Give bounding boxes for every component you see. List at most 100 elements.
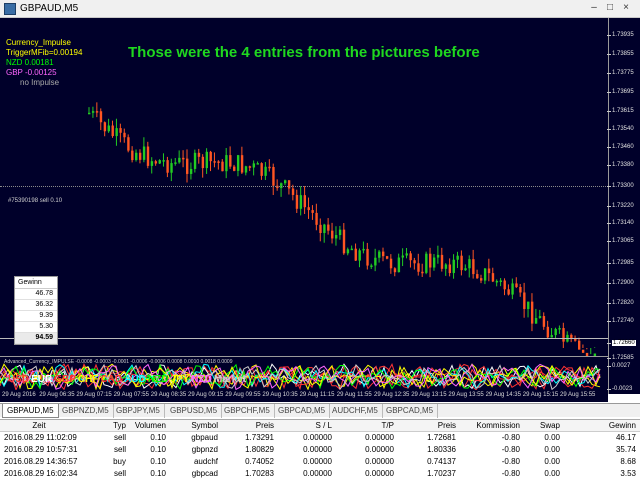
chart-tab[interactable]: GBPUSD,M5 bbox=[166, 404, 223, 418]
price-label: 1.73855 bbox=[612, 51, 634, 57]
candle-body bbox=[209, 151, 212, 162]
candle-body bbox=[221, 161, 224, 172]
chart-tab[interactable]: GBPCAD,M5 bbox=[382, 404, 439, 418]
column-header[interactable]: Volumen bbox=[128, 421, 166, 430]
column-header[interactable]: Symbol bbox=[170, 421, 218, 430]
table-cell: gbpnzd bbox=[191, 445, 218, 454]
candle-body bbox=[127, 137, 130, 151]
table-cell: 1.73291 bbox=[245, 433, 274, 442]
price-label: 1.72585 bbox=[612, 355, 634, 361]
candle-body bbox=[162, 160, 165, 162]
time-label: 29 Aug 14:35 bbox=[485, 392, 521, 398]
table-cell: 0.10 bbox=[150, 433, 166, 442]
time-label: 29 Aug 15:55 bbox=[560, 392, 596, 398]
table-cell: 1.80336 bbox=[427, 445, 456, 454]
subwindow-label: Advanced_Currency_IMPULSE -0.0008 -0.000… bbox=[4, 359, 233, 365]
candle-body bbox=[154, 161, 158, 164]
price-chart[interactable]: Those were the 4 entries from the pictur… bbox=[0, 18, 608, 356]
price-label: 1.72660 bbox=[612, 340, 636, 346]
table-cell: 0.74137 bbox=[427, 457, 456, 466]
candle-body bbox=[385, 256, 389, 259]
candle-body bbox=[115, 128, 118, 137]
window-title: GBPAUD,M5 bbox=[20, 3, 79, 14]
candle-body bbox=[182, 157, 185, 160]
indicator-subwindow[interactable]: Advanced_Currency_IMPULSE -0.0008 -0.000… bbox=[0, 356, 608, 394]
time-label: 29 Aug 11:15 bbox=[299, 392, 335, 398]
currency-label: EUR bbox=[31, 374, 53, 385]
candle-body bbox=[299, 195, 303, 209]
price-label: 1.73695 bbox=[612, 89, 634, 95]
price-tick bbox=[607, 92, 611, 93]
candle-body bbox=[578, 340, 581, 350]
candle-body bbox=[452, 259, 455, 274]
candle-body bbox=[158, 160, 161, 164]
candle-body bbox=[413, 260, 416, 264]
chart-tab[interactable]: GBPJPY,M5 bbox=[112, 404, 165, 418]
candle-body bbox=[174, 162, 177, 164]
table-cell: 0.00 bbox=[544, 433, 560, 442]
maximize-button[interactable]: □ bbox=[604, 3, 616, 15]
column-header[interactable]: Kommission bbox=[460, 421, 520, 430]
currency-label: NZD bbox=[191, 374, 212, 385]
column-header[interactable]: Preis bbox=[222, 421, 274, 430]
table-row[interactable]: 2016.08.29 10:57:31 sell 0.10 gbpnzd 1.80829… bbox=[0, 444, 640, 456]
column-header[interactable]: Zeit bbox=[4, 421, 74, 430]
price-label: 1.73065 bbox=[612, 238, 634, 244]
table-cell: gbpcad bbox=[191, 469, 218, 478]
candle-body bbox=[236, 155, 240, 171]
candle-body bbox=[425, 253, 428, 273]
candle-body bbox=[350, 248, 354, 251]
table-cell: 3.53 bbox=[620, 469, 636, 478]
chart-tab[interactable]: GBPCAD,M5 bbox=[274, 404, 331, 418]
candle-body bbox=[135, 152, 138, 161]
price-label: 1.73140 bbox=[612, 220, 634, 226]
candle-body bbox=[225, 155, 228, 172]
price-axis[interactable]: 1.73935 1.73855 1.73775 1.73695 1.73615 1.735… bbox=[607, 18, 640, 394]
chart-tab[interactable]: GBPAUD,M5 bbox=[2, 404, 59, 418]
candle-body bbox=[511, 283, 514, 295]
table-cell: 1.80829 bbox=[245, 445, 274, 454]
profit-box: Gewinn 46.78 36.32 9.39 5.30 94.59 bbox=[14, 276, 58, 345]
table-row[interactable]: 2016.08.29 11:02:09 sell 0.10 gbpaud 1.73291… bbox=[0, 432, 640, 444]
price-label: 1.73615 bbox=[612, 108, 634, 114]
currency-label: NZD bbox=[147, 374, 169, 385]
column-header[interactable]: Swap bbox=[524, 421, 560, 430]
price-label: 1.73300 bbox=[612, 183, 634, 189]
table-cell: -0.80 bbox=[501, 457, 520, 466]
table-row[interactable]: 2016.08.29 16:02:34 sell 0.10 gbpcad 1.70283… bbox=[0, 468, 640, 480]
table-row[interactable]: 2016.08.29 14:36:57 buy 0.10 audchf 0.74052 0… bbox=[0, 456, 640, 468]
time-label: 29 Aug 07:15 bbox=[76, 392, 112, 398]
column-header[interactable]: S / L bbox=[278, 421, 332, 430]
candle-body bbox=[378, 251, 381, 258]
candle-body bbox=[538, 316, 542, 319]
minimize-button[interactable]: – bbox=[588, 3, 600, 15]
candle-body bbox=[217, 161, 220, 163]
time-label: 29 Aug 13:15 bbox=[411, 392, 447, 398]
price-tick bbox=[607, 35, 611, 36]
chart-tabs: GBPAUD,M5 GBPNZD,M5 GBPJPY,M5 GBPUSD,M5 GBPC… bbox=[0, 403, 640, 418]
currency-label: JPY bbox=[170, 374, 190, 385]
chart-tab[interactable]: GBPCHF,M5 bbox=[220, 404, 275, 418]
candle-body bbox=[456, 255, 459, 260]
candle-body bbox=[374, 257, 377, 266]
candle-body bbox=[107, 125, 110, 132]
column-header[interactable]: Gewinn bbox=[576, 421, 636, 430]
currency-label: AUD bbox=[124, 374, 146, 385]
candle-body bbox=[472, 259, 475, 275]
table-cell: 0.10 bbox=[150, 469, 166, 478]
column-header[interactable]: Preis bbox=[398, 421, 456, 430]
order-line[interactable] bbox=[0, 186, 608, 187]
candle-body bbox=[319, 224, 322, 234]
table-cell: 2016.08.29 16:02:34 bbox=[4, 469, 78, 478]
price-tick bbox=[607, 321, 611, 322]
close-button[interactable]: × bbox=[620, 3, 632, 15]
candle-body bbox=[334, 235, 338, 239]
column-header[interactable]: T/P bbox=[336, 421, 394, 430]
candle-body bbox=[240, 155, 244, 173]
chart-tab[interactable]: GBPNZD,M5 bbox=[58, 404, 114, 418]
candle-body bbox=[88, 112, 91, 115]
chart-tab[interactable]: AUDCHF,M5 bbox=[328, 404, 383, 418]
column-header[interactable]: Typ bbox=[84, 421, 126, 430]
time-axis: 29 Aug 2016 29 Aug 06:35 29 Aug 07:15 29 Au… bbox=[0, 390, 608, 402]
indicator-nzd: NZD 0.00181 bbox=[6, 58, 54, 67]
